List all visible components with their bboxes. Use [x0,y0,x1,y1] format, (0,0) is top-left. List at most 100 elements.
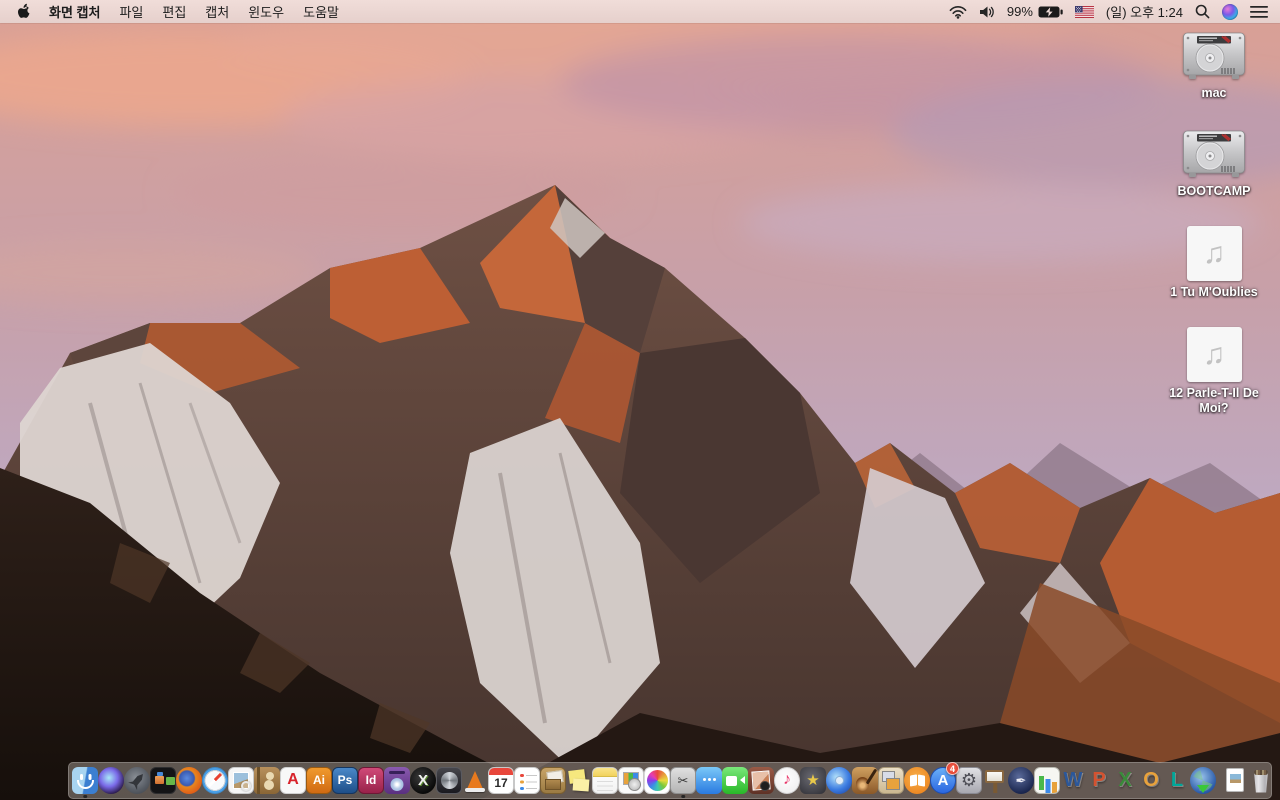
facetime-dock-icon[interactable] [722,764,748,796]
acrobat-icon: A [280,766,306,794]
running-indicator [83,794,87,798]
icon-glyph: X [1118,769,1132,791]
preview-dock-icon[interactable] [228,764,254,796]
stickies-dock-icon[interactable] [566,764,592,796]
browser-download-app-dock-icon[interactable] [1190,764,1216,796]
menubar-menu-3[interactable]: 윈도우 [248,2,284,21]
adobe-acrobat-dock-icon[interactable]: A [280,764,306,796]
numbers-icon [1034,766,1060,794]
indesign-icon: Id [358,766,384,794]
dvd-media-app-dock-icon[interactable] [826,764,852,796]
adobe-indesign-dock-icon[interactable]: Id [358,764,384,796]
apple-icon [18,3,30,18]
firefox-dock-icon[interactable] [176,764,202,796]
system-preferences-dock-icon[interactable]: ⚙ [956,764,982,796]
icon-glyph: P [1092,769,1106,791]
toast-titanium-dock-icon[interactable] [384,764,410,796]
messages-icon [696,766,722,794]
contacts-dock-icon[interactable] [254,764,280,796]
menubar-menu-1[interactable]: 편집 [162,2,186,21]
app-store-dock-icon[interactable]: A4 [930,762,959,796]
battery-menu[interactable]: 99% [1007,4,1063,19]
numbers-dock-icon[interactable] [1034,764,1060,796]
menubar-menu-4[interactable]: 도움말 [303,2,339,21]
ms-powerpoint-dock-icon[interactable]: P [1086,764,1112,796]
installer-doc-icon [618,766,644,794]
icon-glyph: A [937,771,949,789]
ms-word-dock-icon[interactable]: W [1060,764,1086,796]
ibooks-dock-icon[interactable] [904,764,930,796]
battery-charging-icon [1038,6,1063,17]
ms-excel-dock-icon[interactable]: X [1112,764,1138,796]
reminders-icon [514,766,540,794]
itunes-dock-icon[interactable]: ♪ [774,764,800,796]
calendar-icon: 17 [488,766,514,794]
trash-full-dock-icon[interactable] [1248,764,1274,796]
spotlight-menu[interactable] [1195,4,1210,19]
photos-dock-icon[interactable] [644,764,670,796]
volume-icon [979,6,994,17]
finder-dock-icon[interactable] [72,764,98,798]
doc-file-icon [1222,767,1248,794]
apple-menu[interactable] [16,3,30,20]
music-note-icon: ♫ [1202,236,1226,270]
notes-dock-icon[interactable] [592,764,618,796]
active-app-menu[interactable]: 화면 캡처 [49,2,100,21]
menu-bar-status: 99% (일) 오후 1:24 [949,2,1268,21]
pages-dock-icon[interactable]: ✒ [1008,764,1034,796]
desktop-icon-audio-file-2[interactable]: ♫ 12 Parle-T-Il De Moi? [1162,327,1266,416]
photo-booth-dock-icon[interactable] [748,764,774,796]
ms-outlook-dock-icon[interactable]: O [1138,764,1164,796]
garageband-icon [852,766,878,794]
photoshop-icon: Ps [332,766,358,794]
installer-document-app-dock-icon[interactable] [618,764,644,796]
calendar-dock-icon[interactable]: 17 [488,764,514,796]
menubar-menu-2[interactable]: 캡처 [205,2,229,21]
input-source-menu[interactable] [1074,5,1094,18]
disc-utility-app-dock-icon[interactable] [436,764,462,796]
messages-dock-icon[interactable] [696,764,722,796]
ms-lync-dock-icon[interactable]: L [1164,764,1190,796]
outlook-icon: O [1138,767,1164,794]
desktop-icon-audio-file-1[interactable]: ♫ 1 Tu M'Oublies [1162,226,1266,300]
ibooks-icon [904,766,930,794]
icon-glyph: Ps [337,773,353,787]
keynote-dock-icon[interactable] [982,764,1008,796]
adobe-illustrator-dock-icon[interactable]: Ai [306,764,332,796]
audio-file-icon: ♫ [1186,327,1242,382]
sys-prefs-icon: ⚙ [956,766,982,794]
siri-menu[interactable] [1222,3,1238,20]
menubar-menu-0[interactable]: 파일 [119,2,143,21]
launchpad-icon [124,766,150,794]
desktop-icon-mac-drive[interactable]: mac [1162,30,1266,101]
volume-menu[interactable] [979,5,995,19]
vlc-dock-icon[interactable] [462,764,488,796]
garageband-dock-icon[interactable] [852,764,878,796]
x-media-app-dock-icon[interactable]: X [410,764,436,796]
clock[interactable]: (일) 오후 1:24 [1106,2,1183,21]
keynote-icon [982,767,1008,794]
archive-utility-app-dock-icon[interactable] [540,764,566,796]
wifi-menu[interactable] [949,5,967,19]
adobe-photoshop-dock-icon[interactable]: Ps [332,764,358,796]
audio-file-icon: ♫ [1186,226,1242,281]
grab-screen-capture-dock-icon[interactable]: ✂ [670,764,696,798]
reminders-dock-icon[interactable] [514,764,540,796]
document-file-dock-icon[interactable] [1222,764,1248,796]
notification-center-menu[interactable] [1250,5,1268,18]
launchpad-dock-icon[interactable] [124,764,150,796]
photos-icon [644,766,670,794]
safari-dock-icon[interactable] [202,764,228,796]
powerpoint-icon: P [1086,767,1112,794]
notes-icon [592,766,618,794]
excel-icon: X [1112,767,1138,794]
finder-icon [72,766,98,794]
disc-tool-icon [436,766,462,794]
mission-control-dock-icon[interactable] [150,764,176,796]
imovie-dock-icon[interactable]: ★ [800,764,826,796]
icon-glyph: ⚙ [960,770,978,790]
desktop-icon-bootcamp-drive[interactable]: BOOTCAMP [1162,128,1266,199]
news-collage-app-dock-icon[interactable] [878,764,904,796]
icon-glyph: ★ [806,771,820,789]
siri-dock-icon[interactable] [98,764,124,796]
